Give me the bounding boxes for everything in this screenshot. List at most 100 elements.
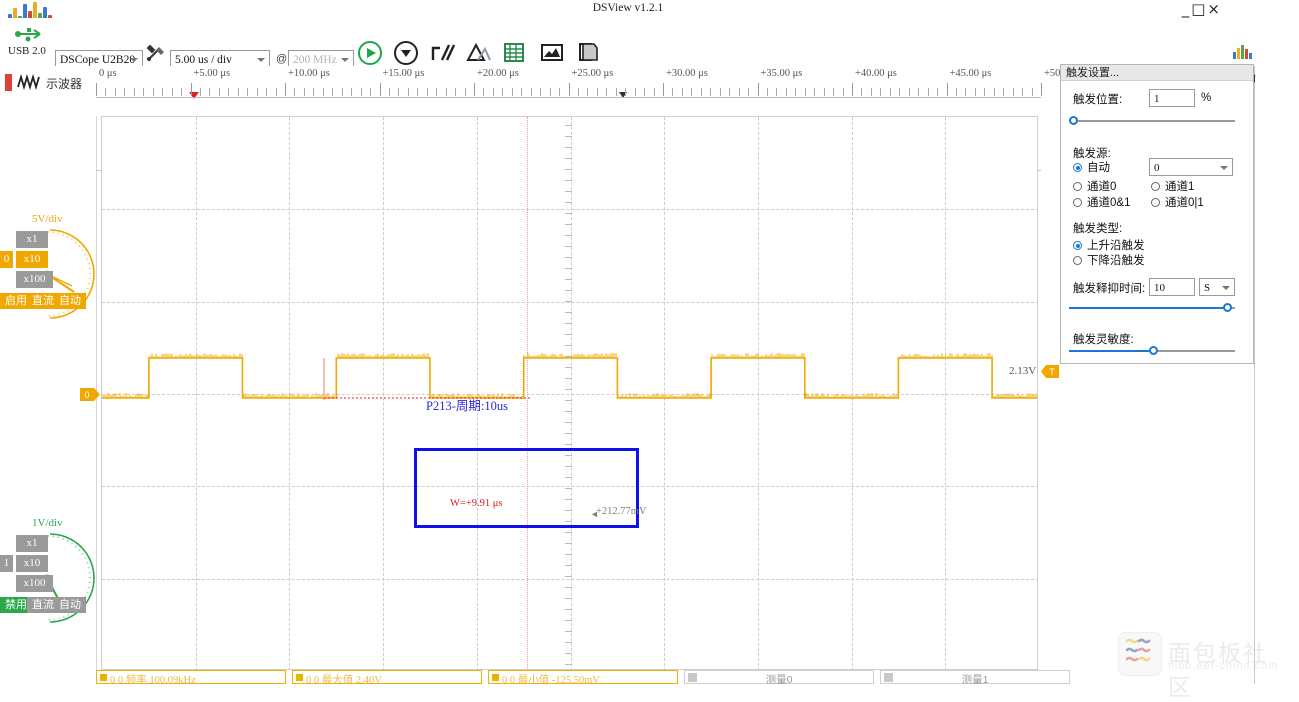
- annotation-pulse-width: W=+9.91 μs: [450, 498, 503, 509]
- center-minor-tick: [565, 521, 572, 522]
- ruler-minor-tick: [729, 88, 731, 96]
- measurement-text: 0 0 频率 100.09kHz: [110, 675, 196, 684]
- ruler-minor-tick: [388, 88, 390, 96]
- center-minor-tick: [565, 345, 572, 346]
- measurement-cell[interactable]: 0 0 最大值 2.40V: [292, 670, 482, 684]
- source-ch0or1-radio[interactable]: [1151, 198, 1160, 207]
- channel-1-gain-x100[interactable]: x100: [16, 575, 53, 592]
- ruler-minor-tick: [587, 88, 589, 96]
- file-icon: [566, 40, 610, 66]
- source-ch0and1-label[interactable]: 通道0&1: [1087, 194, 1130, 210]
- time-ruler[interactable]: 0 μs +5.00 μs +10.00 μs +15.00 μs +20.00 μs +…: [96, 66, 1068, 174]
- trigger-voltage-label: 2.13V: [1009, 365, 1037, 377]
- left-sidebar: 示波器 5V/div 0 x1 x10 x100 启用 直流 自动 1V/div…: [0, 66, 97, 684]
- maximize-icon[interactable]: □: [1191, 0, 1207, 18]
- source-ch0and1-radio[interactable]: [1073, 198, 1082, 207]
- trigger-holdoff-unit-combo[interactable]: S: [1199, 278, 1235, 296]
- channel-1-auto-button[interactable]: 自动: [54, 597, 86, 613]
- type-falling-radio[interactable]: [1073, 256, 1082, 265]
- channel-1-gain-x10[interactable]: x10: [16, 555, 48, 572]
- center-minor-tick: [565, 367, 572, 368]
- center-minor-tick: [565, 631, 572, 632]
- ruler-minor-tick: [266, 88, 268, 96]
- window-controls[interactable]: _□×: [1182, 0, 1222, 18]
- type-rising-radio[interactable]: [1073, 241, 1082, 250]
- annotation-period: P213-周期:10us: [426, 399, 508, 413]
- sensitivity-slider-knob[interactable]: [1149, 346, 1158, 355]
- center-minor-tick: [565, 565, 572, 566]
- ruler-major-tick: [1041, 83, 1042, 96]
- measurement-placeholder-cell[interactable]: 测量0: [684, 670, 874, 684]
- ruler-major-tick: [568, 83, 570, 96]
- holdoff-slider-knob[interactable]: [1223, 303, 1232, 312]
- trigger-settings-panel: 触发设置... 触发位置: 1 % 触发源: 自动 0 通道0 通道1 通道0&…: [1060, 64, 1254, 364]
- trigger-level-flag[interactable]: T: [1041, 363, 1059, 380]
- close-icon[interactable]: ×: [1207, 0, 1222, 18]
- ruler-minor-tick: [417, 88, 419, 96]
- center-minor-tick: [565, 532, 572, 533]
- center-minor-tick: [565, 587, 572, 588]
- center-minor-tick: [565, 433, 572, 434]
- center-minor-tick: [565, 510, 572, 511]
- channel-0-gain-x100[interactable]: x100: [16, 271, 53, 288]
- center-minor-tick: [565, 323, 572, 324]
- measurement-cell[interactable]: 0 0 最小值 -125.50mV: [488, 670, 678, 684]
- position-slider-rest[interactable]: [1073, 120, 1235, 122]
- source-auto-label[interactable]: 自动: [1087, 159, 1110, 175]
- source-ch0-label[interactable]: 通道0: [1087, 178, 1116, 194]
- channel-0-number: 0: [0, 251, 13, 268]
- sensitivity-slider-rest[interactable]: [1153, 350, 1235, 352]
- source-ch1-radio[interactable]: [1151, 182, 1160, 191]
- ruler-minor-tick: [615, 88, 617, 96]
- type-falling-label[interactable]: 下降沿触发: [1087, 252, 1145, 268]
- app-title: DSView v1.2.1: [592, 2, 664, 14]
- options-wrench-icon[interactable]: [145, 43, 167, 63]
- minimize-icon[interactable]: _: [1182, 0, 1192, 18]
- ruler-tick-label: +10.00 μs: [288, 68, 330, 79]
- source-ch0or1-label[interactable]: 通道0|1: [1165, 194, 1204, 210]
- ruler-tick-label: +45.00 μs: [949, 68, 992, 79]
- source-auto-radio[interactable]: [1073, 163, 1082, 172]
- trigger-holdoff-input[interactable]: 10: [1149, 278, 1195, 296]
- channel-0-offset-flag[interactable]: 0: [80, 386, 100, 403]
- ruler-minor-tick: [700, 88, 702, 96]
- measurement-cell[interactable]: 0 0 频率 100.09kHz: [96, 670, 286, 684]
- channel-0-gain-x1[interactable]: x1: [16, 231, 48, 248]
- ruler-minor-tick: [114, 88, 116, 96]
- center-minor-tick: [565, 378, 572, 379]
- waveform-plot-area[interactable]: P213-周期:10us W=+9.91 μs ◄ +212.77mV: [101, 116, 1038, 670]
- ruler-minor-tick: [294, 88, 296, 96]
- usb-icon: [14, 24, 48, 44]
- trigger-source-combo[interactable]: 0: [1149, 158, 1233, 176]
- ruler-minor-tick: [870, 88, 872, 96]
- center-minor-tick: [565, 609, 572, 610]
- trigger-sensitivity-label: 触发灵敏度:: [1073, 334, 1134, 346]
- holdoff-slider-fill[interactable]: [1069, 307, 1229, 309]
- channel-0-auto-button[interactable]: 自动: [54, 293, 86, 309]
- ruler-minor-tick: [795, 88, 797, 96]
- ruler-minor-tick: [143, 88, 145, 96]
- type-rising-label[interactable]: 上升沿触发: [1087, 237, 1145, 253]
- ruler-minor-tick: [710, 88, 712, 96]
- measurement-placeholder-cell[interactable]: 测量1: [880, 670, 1070, 684]
- center-minor-tick: [565, 642, 572, 643]
- channel-0-gain-x10[interactable]: x10: [16, 251, 48, 268]
- oscilloscope-mode-row[interactable]: 示波器: [0, 69, 96, 95]
- source-ch0-radio[interactable]: [1073, 182, 1082, 191]
- usb-status-label: USB 2.0: [8, 45, 46, 57]
- position-slider-knob[interactable]: [1069, 116, 1078, 125]
- channel-1-gain-x1[interactable]: x1: [16, 535, 48, 552]
- trigger-position-input[interactable]: 1: [1149, 89, 1195, 107]
- ruler-minor-tick: [889, 88, 891, 96]
- waveform-icon: [16, 73, 42, 96]
- ruler-minor-tick: [133, 88, 135, 96]
- ruler-minor-tick: [814, 88, 816, 96]
- ruler-minor-tick: [918, 88, 920, 96]
- measurement-bar: 0 0 频率 100.09kHz 0 0 最大值 2.40V 0 0 最小值 -…: [96, 670, 1254, 684]
- ruler-minor-tick: [256, 88, 258, 96]
- ruler-minor-tick: [965, 88, 967, 96]
- trigger-position-label: 触发位置:: [1073, 94, 1123, 106]
- sensitivity-slider-fill[interactable]: [1069, 350, 1153, 352]
- source-ch1-label[interactable]: 通道1: [1165, 178, 1194, 194]
- ruler-minor-tick: [483, 88, 485, 96]
